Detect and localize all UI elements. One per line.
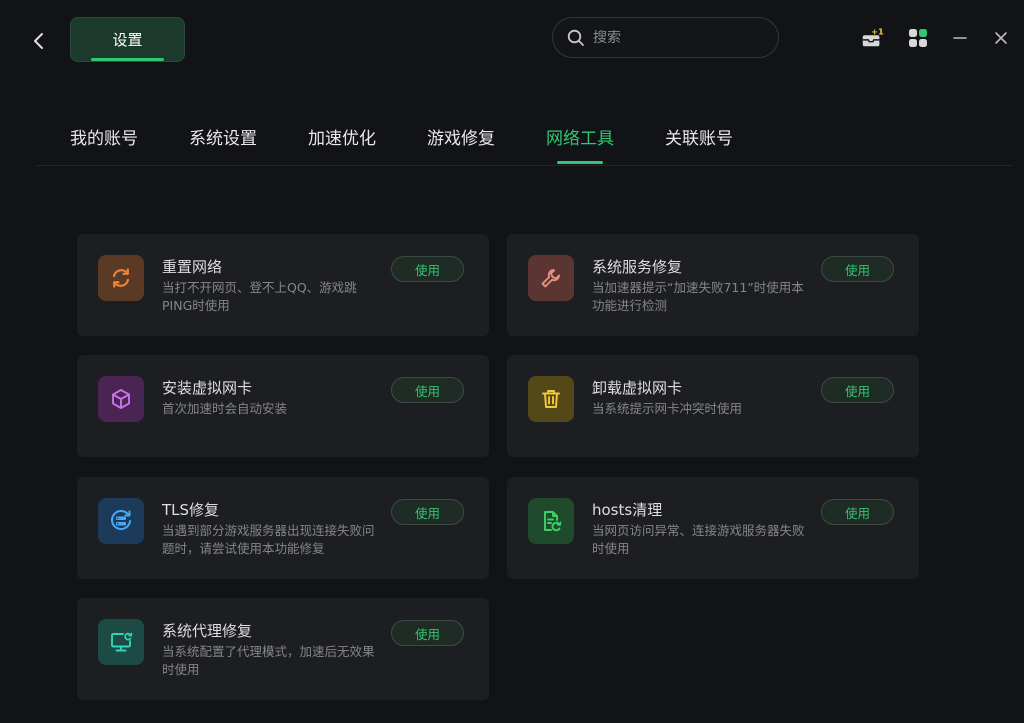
tool-card-tls-repair: TLS修复 当遇到部分游戏服务器出现连接失败问题时，请尝试使用本功能修复 使用 [77,477,489,579]
minimize-icon [953,37,967,39]
tool-title: 系统代理修复 [162,622,253,640]
wrench-icon [528,255,574,301]
tool-title: 安装虚拟网卡 [162,379,253,397]
tool-title: 重置网络 [162,258,223,276]
minimize-button[interactable] [948,26,972,50]
settings-tab-underline [91,58,164,61]
use-button-install-virtual-nic[interactable]: 使用 [391,377,464,403]
inbox-button[interactable]: +1 [860,26,884,50]
tool-title: 系统服务修复 [592,258,683,276]
back-button[interactable] [26,28,52,54]
search-icon [567,29,584,46]
cube-icon [98,376,144,422]
trash-icon [528,376,574,422]
tool-description: 当打不开网页、登不上QQ、游戏跳PING时使用 [162,280,357,313]
tab-label: 我的账号 [70,129,138,149]
tool-description: 首次加速时会自动安装 [162,401,288,416]
settings-tab-label: 设置 [112,31,143,49]
tool-card-hosts-clean: hosts清理 当网页访问异常、连接游戏服务器失败时使用 使用 [507,477,919,579]
inbox-badge-icon: +1 [862,26,884,47]
refresh-icon [98,255,144,301]
use-button-tls-repair[interactable]: 使用 [391,499,464,525]
tab-label: 加速优化 [308,129,376,149]
tab-linked-accounts[interactable]: 关联账号 [665,124,733,149]
tool-card-uninstall-virtual-nic: 卸载虚拟网卡 当系统提示网卡冲突时使用 使用 [507,355,919,457]
apps-grid-icon [909,29,927,47]
tab-label: 网络工具 [546,129,614,149]
use-button-system-service-repair[interactable]: 使用 [821,256,894,282]
tool-card-reset-network: 重置网络 当打不开网页、登不上QQ、游戏跳PING时使用 使用 [77,234,489,336]
use-button-hosts-clean[interactable]: 使用 [821,499,894,525]
apps-button[interactable] [906,26,930,50]
server-repair-icon [98,498,144,544]
tool-description: 当系统配置了代理模式，加速后无效果时使用 [162,644,375,677]
tool-card-system-proxy-repair: 系统代理修复 当系统配置了代理模式，加速后无效果时使用 使用 [77,598,489,700]
tool-description: 当加速器提示“加速失败711”时使用本功能进行检测 [592,280,804,313]
tab-my-account[interactable]: 我的账号 [70,124,138,149]
tab-network-tools[interactable]: 网络工具 [546,124,614,164]
close-icon [995,32,1007,44]
monitor-icon [98,619,144,665]
use-button-uninstall-virtual-nic[interactable]: 使用 [821,377,894,403]
inbox-badge-text: +1 [871,26,884,36]
settings-tab[interactable]: 设置 [70,17,185,62]
settings-nav: 我的账号 系统设置 加速优化 游戏修复 网络工具 关联账号 [36,110,1013,166]
tool-description: 当系统提示网卡冲突时使用 [592,401,743,416]
file-clean-icon [528,498,574,544]
tab-label: 游戏修复 [427,129,495,149]
tab-acceleration[interactable]: 加速优化 [308,124,376,149]
tab-game-repair[interactable]: 游戏修复 [427,124,495,149]
tool-card-system-service-repair: 系统服务修复 当加速器提示“加速失败711”时使用本功能进行检测 使用 [507,234,919,336]
use-button-system-proxy-repair[interactable]: 使用 [391,620,464,646]
use-button-reset-network[interactable]: 使用 [391,256,464,282]
tool-title: TLS修复 [162,501,220,519]
tool-title: 卸载虚拟网卡 [592,379,683,397]
chevron-left-icon [34,33,43,49]
tab-label: 关联账号 [665,129,733,149]
search-box[interactable] [552,17,779,58]
search-input[interactable] [593,29,753,46]
tab-label: 系统设置 [189,129,257,149]
tab-system-settings[interactable]: 系统设置 [189,124,257,149]
tool-description: 当遇到部分游戏服务器出现连接失败问题时，请尝试使用本功能修复 [162,523,375,556]
close-button[interactable] [989,26,1013,50]
tool-description: 当网页访问异常、连接游戏服务器失败时使用 [592,523,805,556]
active-tab-indicator [557,161,603,164]
tool-title: hosts清理 [592,501,663,519]
tool-card-install-virtual-nic: 安装虚拟网卡 首次加速时会自动安装 使用 [77,355,489,457]
